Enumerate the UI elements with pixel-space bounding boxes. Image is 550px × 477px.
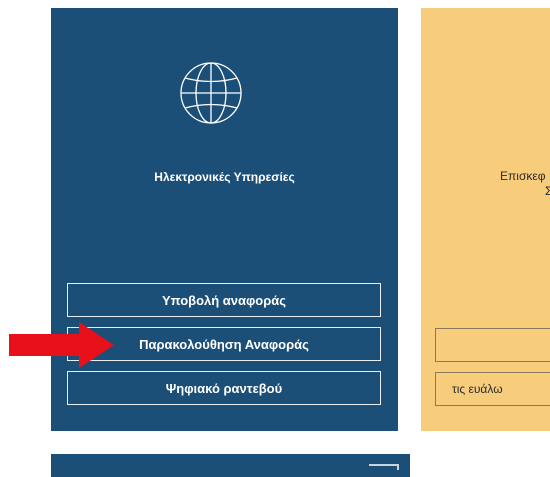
visit-button-1[interactable]	[435, 328, 550, 362]
track-report-button[interactable]: Παρακολούθηση Αναφοράς	[67, 327, 381, 361]
arrow-right-icon	[9, 322, 114, 368]
submit-report-button[interactable]: Υποβολή αναφοράς	[67, 283, 381, 317]
digital-appointment-button[interactable]: Ψηφιακό ραντεβού	[67, 371, 381, 405]
page: Ηλεκτρονικές Υπηρεσίες Υποβολή αναφοράς …	[0, 0, 550, 477]
vulnerable-groups-button[interactable]: τις ευάλω	[435, 372, 550, 406]
services-title: Ηλεκτρονικές Υπηρεσίες	[154, 170, 295, 184]
visit-text-line2: Σ	[545, 184, 550, 198]
corner-decoration	[369, 464, 399, 470]
bottom-card	[51, 454, 410, 477]
visit-card: Επισκεφ Σ τις ευάλω	[421, 8, 550, 431]
globe-icon	[180, 62, 242, 124]
visit-text-line1: Επισκεφ	[500, 169, 546, 183]
